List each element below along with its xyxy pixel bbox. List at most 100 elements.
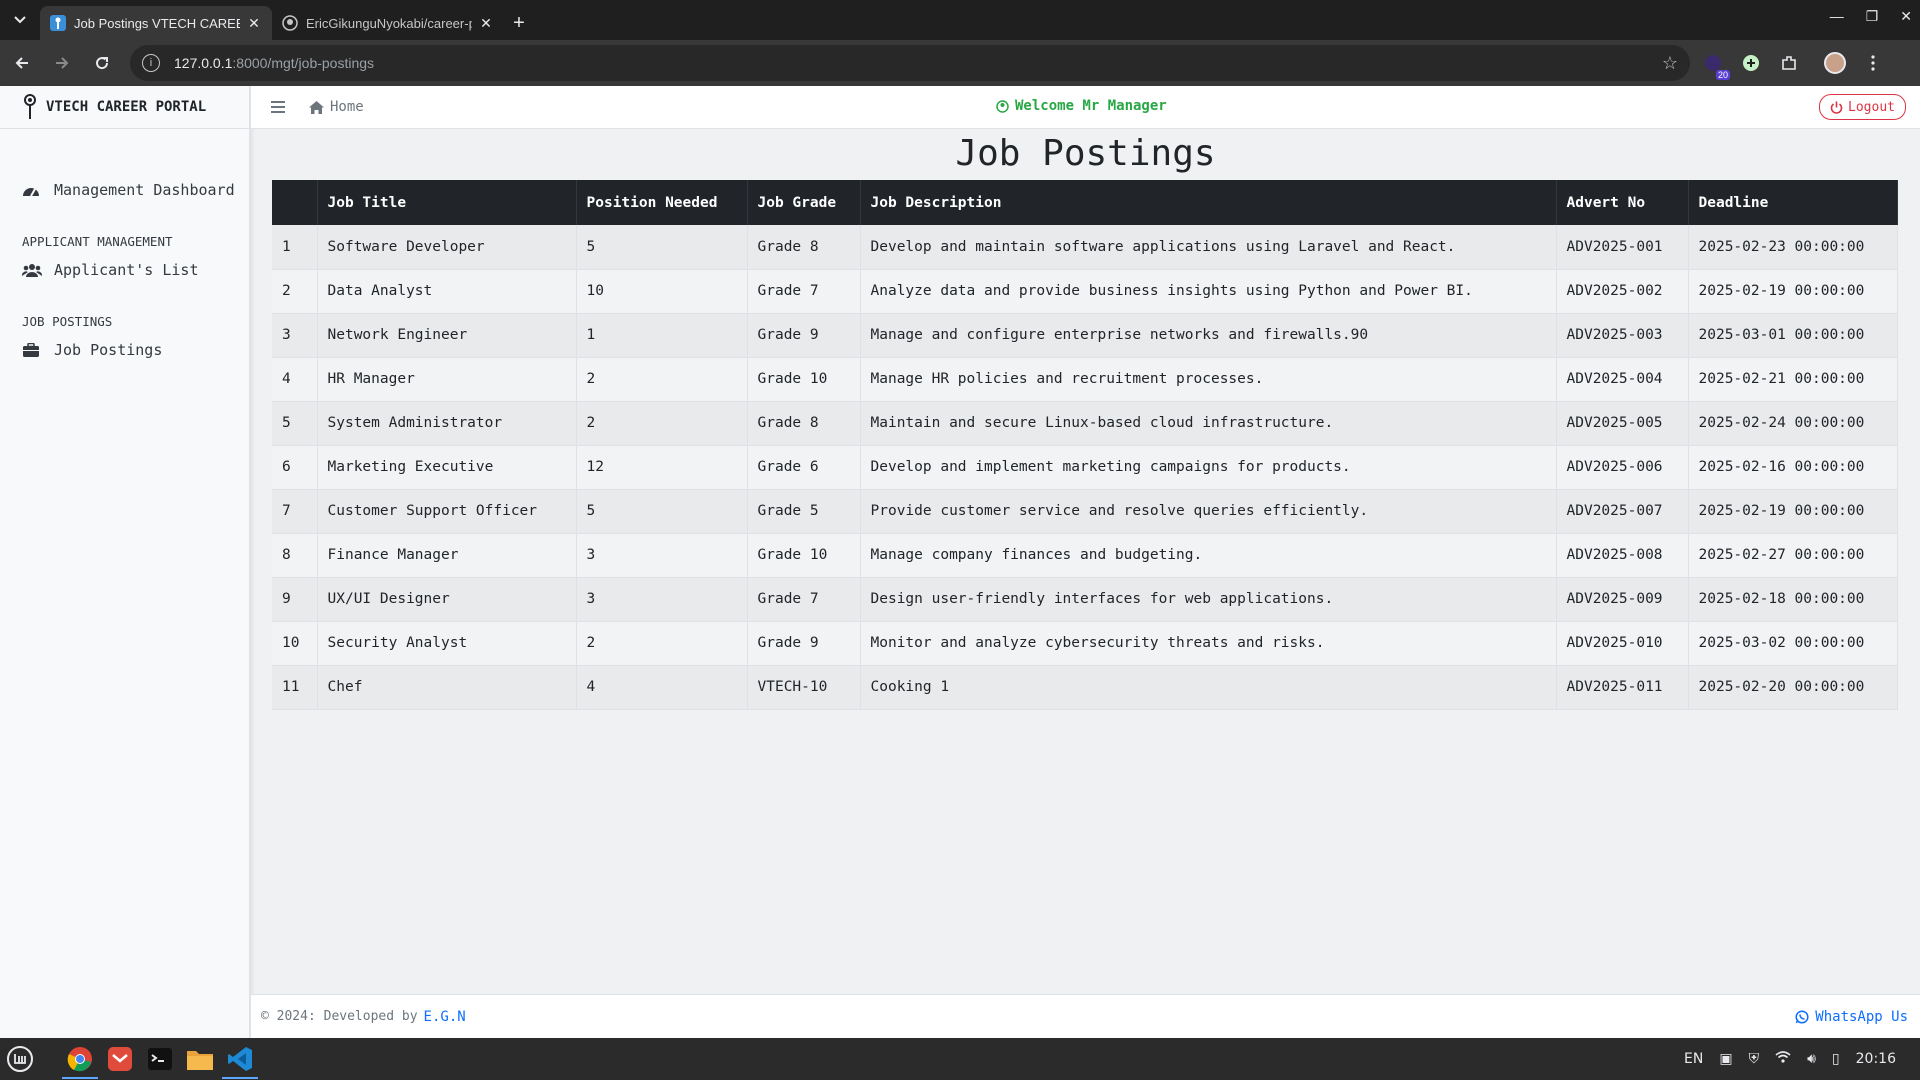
dashboard-icon xyxy=(22,183,42,197)
forward-button[interactable] xyxy=(44,45,80,81)
browser-tab[interactable]: EricGikunguNyokabi/career-portal ✕ xyxy=(272,6,504,40)
tab-search-button[interactable] xyxy=(0,0,40,40)
taskbar-files[interactable] xyxy=(180,1039,220,1079)
cell-deadline: 2025-02-24 00:00:00 xyxy=(1688,401,1898,446)
url-host: 127.0.0.1 xyxy=(174,55,233,71)
cell-job-description: Manage company finances and budgeting. xyxy=(860,533,1557,578)
cell-position-needed: 2 xyxy=(576,357,748,402)
table-body: 1 Software Developer 5 Grade 8 Develop and m… xyxy=(272,225,1898,710)
cell-index: 8 xyxy=(272,533,318,578)
power-icon xyxy=(1830,101,1843,114)
tab-close-icon[interactable]: ✕ xyxy=(478,15,494,32)
cell-advert-no: ADV2025-002 xyxy=(1556,269,1689,314)
cell-position-needed: 3 xyxy=(576,533,748,578)
battery-icon[interactable]: ▯ xyxy=(1832,1051,1840,1067)
cell-job-title: Security Analyst xyxy=(317,621,577,666)
cell-index: 10 xyxy=(272,621,318,666)
sidebar-item-applicants-list[interactable]: Applicant's List xyxy=(0,255,249,285)
reload-button[interactable] xyxy=(84,45,120,81)
cell-job-description: Provide customer service and resolve que… xyxy=(860,489,1557,534)
clipboard-icon[interactable]: ▣ xyxy=(1719,1051,1732,1067)
sidebar: VTECH CAREER PORTAL Management Dashboard… xyxy=(0,86,250,1038)
new-tab-button[interactable]: + xyxy=(504,6,534,40)
add-extension-button[interactable] xyxy=(1736,48,1766,78)
bookmark-star-icon[interactable]: ☆ xyxy=(1662,53,1678,74)
taskbar-terminal[interactable] xyxy=(140,1039,180,1079)
kebab-menu-icon xyxy=(1871,55,1875,71)
cell-deadline: 2025-02-21 00:00:00 xyxy=(1688,357,1898,402)
footer-developer-link[interactable]: E.G.N xyxy=(424,1009,466,1025)
cell-job-grade: Grade 10 xyxy=(747,533,861,578)
site-info-icon[interactable]: i xyxy=(142,54,160,72)
address-bar[interactable]: i 127.0.0.1:8000/mgt/job-postings ☆ xyxy=(130,45,1690,81)
sidebar-item-label: Management Dashboard xyxy=(54,181,235,199)
back-button[interactable] xyxy=(4,45,40,81)
window-controls: — ❐ ✕ xyxy=(1830,8,1912,25)
plus-circle-icon xyxy=(1743,55,1759,71)
cell-position-needed: 5 xyxy=(576,489,748,534)
cell-deadline: 2025-02-18 00:00:00 xyxy=(1688,577,1898,622)
cell-advert-no: ADV2025-010 xyxy=(1556,621,1689,666)
table-row: 3 Network Engineer 1 Grade 9 Manage and conf… xyxy=(272,313,1898,358)
close-window-icon[interactable]: ✕ xyxy=(1900,8,1912,25)
brand[interactable]: VTECH CAREER PORTAL xyxy=(0,86,249,129)
sidebar-heading-applicant-management: APPLICANT MANAGEMENT xyxy=(22,233,173,249)
table-row: 4 HR Manager 2 Grade 10 Manage HR policies a… xyxy=(272,357,1898,402)
browser-tabbar: Job Postings VTECH CAREER PORTAL ✕ EricG… xyxy=(0,0,1920,40)
cell-index: 9 xyxy=(272,577,318,622)
maximize-icon[interactable]: ❐ xyxy=(1866,8,1879,25)
browser-menu-button[interactable] xyxy=(1858,48,1888,78)
extensions-menu-button[interactable] xyxy=(1774,48,1804,78)
home-link-label: Home xyxy=(330,99,364,115)
column-header-deadline: Deadline xyxy=(1688,180,1898,225)
home-icon xyxy=(309,100,324,114)
logout-button[interactable]: Logout xyxy=(1819,94,1906,120)
start-menu-button[interactable] xyxy=(0,1039,40,1079)
app-icon xyxy=(108,1047,132,1071)
browser-tab-active[interactable]: Job Postings VTECH CAREER PORTAL ✕ xyxy=(40,6,272,40)
sidebar-toggle-icon[interactable] xyxy=(271,98,287,117)
taskbar-chrome[interactable] xyxy=(60,1039,100,1079)
cell-index: 1 xyxy=(272,225,318,270)
cell-deadline: 2025-03-01 00:00:00 xyxy=(1688,313,1898,358)
cell-job-description: Manage HR policies and recruitment proce… xyxy=(860,357,1557,402)
cell-advert-no: ADV2025-004 xyxy=(1556,357,1689,402)
cell-position-needed: 1 xyxy=(576,313,748,358)
sidebar-item-management-dashboard[interactable]: Management Dashboard xyxy=(0,175,249,205)
cell-advert-no: ADV2025-006 xyxy=(1556,445,1689,490)
keyboard-language[interactable]: EN xyxy=(1684,1051,1703,1067)
shield-icon[interactable]: ⛨ xyxy=(1749,1051,1760,1067)
cell-position-needed: 3 xyxy=(576,577,748,622)
volume-icon[interactable]: 🔊︎ xyxy=(1807,1051,1816,1067)
extension-button[interactable]: 20 xyxy=(1698,48,1730,80)
cell-advert-no: ADV2025-005 xyxy=(1556,401,1689,446)
clock[interactable]: 20:16 xyxy=(1856,1051,1896,1067)
minimize-icon[interactable]: — xyxy=(1830,8,1844,25)
table-header-row: Job Title Position Needed Job Grade Job … xyxy=(272,180,1898,225)
page-title: Job Postings xyxy=(955,133,1216,174)
cell-advert-no: ADV2025-007 xyxy=(1556,489,1689,534)
whatsapp-label: WhatsApp Us xyxy=(1815,1008,1908,1025)
table-row: 1 Software Developer 5 Grade 8 Develop and m… xyxy=(272,225,1898,270)
wifi-icon[interactable] xyxy=(1775,1051,1791,1067)
table-row: 11 Chef 4 VTECH-10 Cooking 1 ADV2025-011 2025-… xyxy=(272,665,1898,710)
cell-job-title: Marketing Executive xyxy=(317,445,577,490)
table-row: 5 System Administrator 2 Grade 8 Maintain an… xyxy=(272,401,1898,446)
cell-job-title: Finance Manager xyxy=(317,533,577,578)
sidebar-item-job-postings[interactable]: Job Postings xyxy=(0,335,249,365)
taskbar-app-red[interactable] xyxy=(100,1039,140,1079)
whatsapp-link[interactable]: WhatsApp Us xyxy=(1795,1009,1908,1025)
folder-icon xyxy=(187,1051,213,1070)
table-row: 9 UX/UI Designer 3 Grade 7 Design user-frien… xyxy=(272,577,1898,622)
cell-job-description: Monitor and analyze cybersecurity threat… xyxy=(860,621,1557,666)
tab-close-icon[interactable]: ✕ xyxy=(246,15,262,32)
site-favicon-icon xyxy=(50,15,66,31)
profile-button[interactable] xyxy=(1820,48,1850,78)
cell-job-description: Develop and maintain software applicatio… xyxy=(860,225,1557,270)
home-link[interactable]: Home xyxy=(309,99,364,115)
vscode-icon xyxy=(228,1047,252,1071)
taskbar-vscode[interactable] xyxy=(220,1039,260,1079)
cell-job-grade: Grade 6 xyxy=(747,445,861,490)
cell-job-description: Design user-friendly interfaces for web … xyxy=(860,577,1557,622)
column-header-job-title: Job Title xyxy=(317,180,577,225)
